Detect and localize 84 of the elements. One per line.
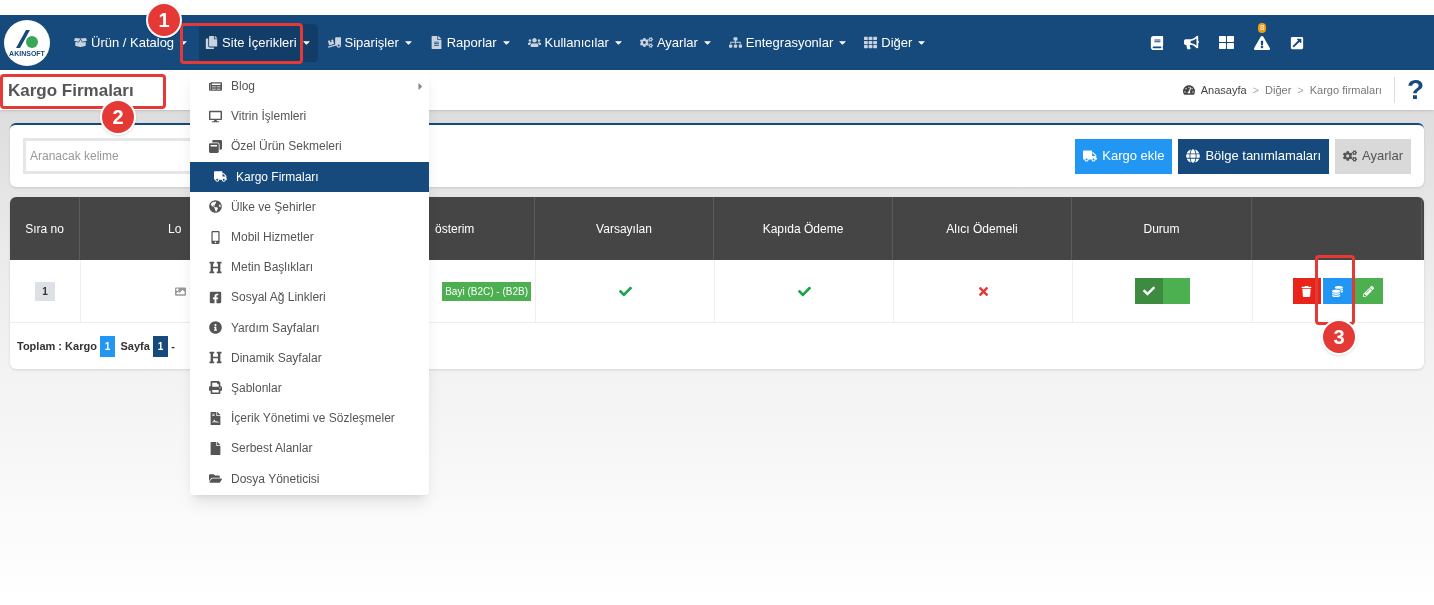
nav-menu-item[interactable]: Siparişler [321,23,420,62]
truck-icon [327,36,341,49]
page-title: Kargo Firmaları [8,81,134,99]
broken-image-icon [175,285,186,297]
column-header: Lo [168,220,182,238]
globe-icon [1186,149,1201,163]
menu-item[interactable]: Vitrin İşlemleri [190,101,429,132]
settings-icon [1343,149,1358,163]
breadcrumb-link[interactable]: Diğer [1265,81,1292,99]
box-icon [74,36,87,49]
menu-item[interactable]: Şablonlar [190,372,429,404]
megaphone-icon[interactable] [1184,35,1199,50]
phone-icon [209,230,222,244]
breadcrumb-link[interactable]: Kargo firmaları [1309,81,1382,99]
breadcrumb-separator: > [1297,82,1304,98]
status-toggle[interactable] [1135,278,1190,304]
nav-menu-item[interactable]: Kullanıcılar [521,23,630,62]
dash: - [171,338,175,354]
check-icon [1143,285,1155,297]
info-icon [209,321,222,335]
column-header: Kapıda Ödeme [762,220,844,238]
column-header: Varsayılan [596,220,652,238]
dashboard-icon [1182,84,1195,96]
column-header: Durum [1143,220,1180,238]
document-icon [209,411,222,425]
toolbar-button[interactable]: Ayarlar [1335,138,1411,174]
page-label: Sayfa [120,338,150,354]
column-header: Sıra no [25,220,64,238]
nav-menu-item[interactable]: Raporlar [423,23,518,62]
file-icon [209,441,222,455]
report-icon [429,36,443,49]
coins-icon [1332,285,1343,297]
windows-icon [209,139,222,153]
external-link-icon[interactable] [1290,35,1304,50]
printer-icon [209,381,222,395]
users-icon [527,36,541,49]
column-header: österim [435,220,475,238]
menu-item[interactable]: Blog [190,71,429,102]
column-header: Alıcı Ödemeli [946,220,1018,238]
menu-item[interactable]: Yardım Sayfaları [190,312,429,343]
edit-button[interactable] [1354,278,1383,304]
total-count: 1 [99,335,116,357]
newspaper-icon [209,79,222,93]
menu-item[interactable]: Serbest Alanlar [190,433,429,464]
menu-item[interactable]: Dosya Yöneticisi [190,463,429,494]
truck-icon [214,170,227,184]
pencil-icon [1363,285,1374,297]
coins-button[interactable] [1322,278,1353,304]
logo-mark-icon [14,28,40,50]
page-number: 1 [152,335,169,357]
menu-item[interactable]: Metin Başlıkları [190,252,429,283]
nav-menu-item[interactable]: Entegrasyonlar [722,23,855,62]
globe-icon [209,200,222,214]
menu-item[interactable]: Ülke ve Şehirler [190,191,429,222]
heading-icon [209,260,222,274]
warning-icon[interactable] [1254,34,1270,51]
menu-item[interactable]: Dinamik Sayfalar [190,342,429,373]
breadcrumb-link[interactable]: Anasayfa [1200,81,1247,99]
settings-icon [639,36,653,49]
menu-item[interactable]: Mobil Hizmetler [190,221,429,253]
trash-icon [1301,285,1312,297]
monitor-icon [209,109,222,123]
book-icon[interactable] [1150,35,1164,50]
delete-button[interactable] [1292,278,1321,304]
breadcrumb-separator: > [1252,82,1259,98]
facebook-icon [209,290,222,304]
menu-item[interactable]: İçerik Yönetimi ve Sözleşmeler [190,403,429,434]
toolbar-button[interactable]: Bölge tanımlamaları [1178,138,1330,174]
menu-item[interactable]: Kargo Firmaları [190,161,429,192]
help-button[interactable]: ? [1406,76,1424,104]
folder-icon [209,472,222,486]
nav-menu-item[interactable]: Diğer [858,23,934,62]
copy-icon [205,36,219,49]
menu-item[interactable]: Sosyal Ağ Linkleri [190,282,429,313]
truck-icon [1083,149,1098,163]
total-label: Toplam : Kargo [17,338,97,354]
heading-icon [209,351,222,365]
display-badge: Bayi (B2C) - (B2B) [442,281,531,301]
sitemap-icon [728,36,742,49]
grid-icon[interactable] [1219,35,1234,50]
notification-badge: 8 [1258,22,1267,33]
order-number: 1 [35,281,55,301]
nav-menu-item[interactable]: Ayarlar [633,23,719,62]
grid-icon [864,36,878,49]
